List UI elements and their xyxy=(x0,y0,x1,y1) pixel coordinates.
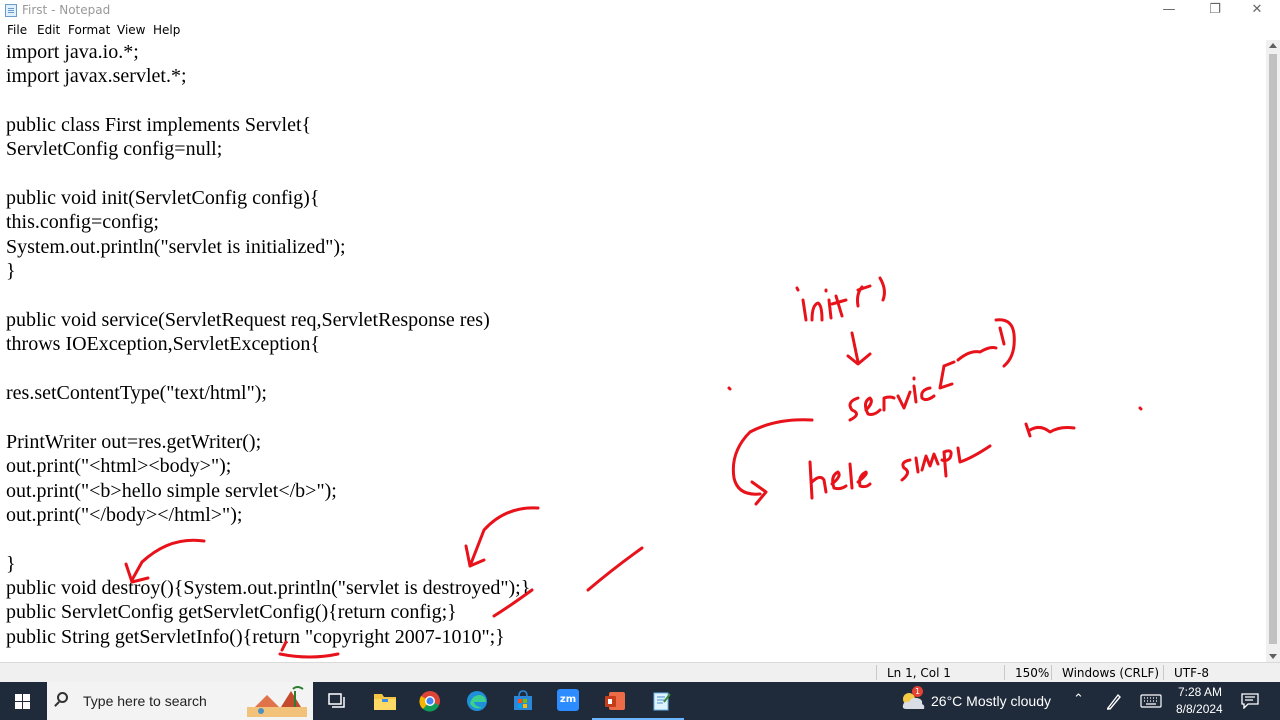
window-title: First - Notepad xyxy=(22,3,111,17)
code-line: public void service(ServletRequest req,S… xyxy=(6,309,490,331)
notepad-icon xyxy=(653,692,671,711)
clock-date[interactable]: 8/8/2024 xyxy=(1176,702,1223,716)
menu-help[interactable]: Help xyxy=(153,23,180,37)
cursor-position: Ln 1, Col 1 xyxy=(887,666,951,680)
line-ending: Windows (CRLF) xyxy=(1062,666,1160,680)
text-editor[interactable]: import java.io.*; import javax.servlet.*… xyxy=(0,40,1266,662)
status-divider xyxy=(1051,665,1052,680)
store-icon xyxy=(514,690,532,710)
encoding: UTF-8 xyxy=(1174,666,1209,680)
search-icon xyxy=(57,692,68,703)
search-box[interactable]: Type here to search xyxy=(47,682,313,720)
status-bar: Ln 1, Col 1 150% Windows (CRLF) UTF-8 xyxy=(0,662,1280,682)
clock-time[interactable]: 7:28 AM xyxy=(1178,685,1222,699)
code-line: } xyxy=(6,260,16,282)
pen-ink-icon[interactable] xyxy=(1106,692,1122,710)
code-line: import java.io.*; xyxy=(6,41,139,63)
menu-view[interactable]: View xyxy=(117,23,145,37)
zoom-icon: zm xyxy=(557,689,579,711)
chrome-icon xyxy=(419,691,440,712)
code-line: import javax.servlet.*; xyxy=(6,65,187,87)
store-button[interactable] xyxy=(500,682,546,720)
start-button[interactable] xyxy=(0,682,46,720)
code-line: out.print("<html><body>"); xyxy=(6,455,232,477)
powerpoint-button[interactable] xyxy=(592,682,638,720)
menu-file[interactable]: File xyxy=(7,23,27,37)
file-explorer-button[interactable] xyxy=(362,682,408,720)
weather-badge: 1 xyxy=(912,686,923,697)
code-line: public String getServletInfo(){return "c… xyxy=(6,626,505,648)
code-line: public void init(ServletConfig config){ xyxy=(6,187,320,209)
title-bar: First - Notepad — ❐ ✕ xyxy=(0,0,1280,21)
zoom-button[interactable]: zm xyxy=(546,682,592,720)
scroll-up-arrow-icon[interactable] xyxy=(1269,43,1277,48)
scroll-down-arrow-icon[interactable] xyxy=(1269,654,1277,659)
vertical-scrollbar[interactable] xyxy=(1266,40,1280,662)
edge-button[interactable] xyxy=(454,682,500,720)
scroll-thumb[interactable] xyxy=(1269,54,1277,644)
status-divider xyxy=(1004,665,1005,680)
code-line: PrintWriter out=res.getWriter(); xyxy=(6,431,262,453)
code-line: this.config=config; xyxy=(6,211,159,233)
minimize-button[interactable]: — xyxy=(1146,0,1192,21)
code-line: ServletConfig config=null; xyxy=(6,138,223,160)
search-placeholder: Type here to search xyxy=(83,693,207,709)
search-highlight-illustration-icon xyxy=(247,686,307,717)
code-line: throws IOException,ServletException{ xyxy=(6,333,320,355)
status-divider xyxy=(876,665,877,680)
code-line: res.setContentType("text/html"); xyxy=(6,382,267,404)
notepad-icon xyxy=(5,4,17,17)
notepad-taskbar-button[interactable] xyxy=(638,682,684,720)
task-view-icon xyxy=(328,693,345,708)
code-line: System.out.println("servlet is initializ… xyxy=(6,236,346,258)
file-explorer-icon xyxy=(374,694,396,710)
maximize-button[interactable]: ❐ xyxy=(1192,0,1238,21)
touch-keyboard-icon[interactable] xyxy=(1140,694,1162,708)
code-line: out.print("</body></html>"); xyxy=(6,504,243,526)
code-line: } xyxy=(6,553,16,575)
weather-text: 26°C Mostly cloudy xyxy=(931,693,1051,709)
menu-edit[interactable]: Edit xyxy=(37,23,60,37)
close-button[interactable]: ✕ xyxy=(1234,0,1280,21)
code-line: public void destroy(){System.out.println… xyxy=(6,577,531,599)
taskbar: Type here to search zm 1 26°C Mostly clo… xyxy=(0,682,1280,720)
zoom-level: 150% xyxy=(1015,666,1050,680)
status-divider xyxy=(1163,665,1164,680)
windows-logo-icon xyxy=(15,694,22,701)
edge-icon xyxy=(467,691,487,711)
notifications-icon[interactable] xyxy=(1241,693,1259,709)
chrome-button[interactable] xyxy=(408,682,454,720)
code-line: public class First implements Servlet{ xyxy=(6,114,312,136)
code-line: public ServletConfig getServletConfig(){… xyxy=(6,601,457,623)
task-view-button[interactable] xyxy=(314,682,360,720)
menu-bar: File Edit Format View Help xyxy=(0,21,1280,40)
powerpoint-icon xyxy=(605,692,625,710)
show-hidden-icons-chevron-up-icon[interactable]: ⌃ xyxy=(1073,691,1084,707)
menu-format[interactable]: Format xyxy=(68,23,110,37)
code-line: out.print("<b>hello simple servlet</b>")… xyxy=(6,480,337,502)
